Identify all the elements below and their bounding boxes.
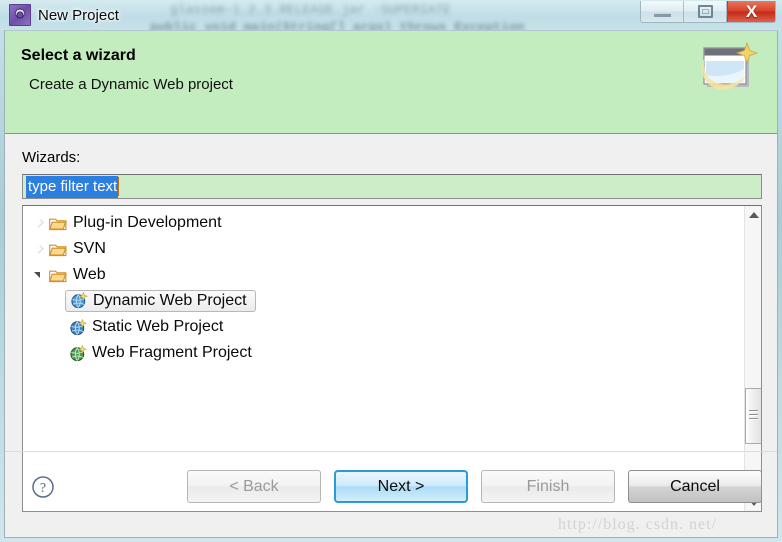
- maximize-icon: [697, 5, 713, 18]
- filter-input[interactable]: type filter text: [22, 174, 762, 199]
- close-icon: X: [745, 2, 758, 21]
- close-button[interactable]: X: [727, 1, 775, 22]
- scrollbar-thumb[interactable]: [745, 388, 761, 444]
- tree-item-dynamic-web-project[interactable]: Dynamic Web Project: [23, 288, 744, 314]
- title-bar[interactable]: New Project X: [0, 0, 782, 30]
- window-title: New Project: [38, 6, 119, 24]
- cancel-button[interactable]: Cancel: [628, 470, 762, 503]
- tree-item-plug-in-development[interactable]: Plug-in Development: [23, 210, 744, 236]
- next-button[interactable]: Next >: [334, 470, 468, 503]
- tree-item-label: Static Web Project: [92, 318, 224, 335]
- globe-sparkle-icon: [71, 292, 88, 309]
- globe-sparkle-icon: [70, 318, 87, 335]
- tree-item-label: SVN: [73, 240, 106, 257]
- scroll-up-icon[interactable]: [745, 206, 761, 223]
- page-title: Select a wizard: [21, 47, 136, 64]
- next-button-label: Next >: [377, 477, 425, 495]
- dialog-footer: ? < Back Next > Finish Cancel: [5, 451, 777, 537]
- tree-item-web-fragment-project[interactable]: Web Fragment Project: [23, 340, 744, 366]
- chevron-down-icon[interactable]: [31, 267, 46, 283]
- new-project-dialog-window: New Project X Select a wizard Create a D…: [0, 0, 782, 542]
- desktop: glassem-1.2.3.RELEASE.jar -SUPERIATE pub…: [0, 0, 782, 542]
- folder-icon: [49, 218, 67, 230]
- tree-item-static-web-project[interactable]: Static Web Project: [23, 314, 744, 340]
- wizards-label: Wizards:: [22, 149, 81, 166]
- new-window-sparkle-icon: [702, 41, 759, 90]
- tree-item-label: Web: [73, 266, 106, 283]
- scrollbar-grip: [749, 410, 758, 421]
- chevron-right-icon[interactable]: [31, 215, 46, 231]
- back-button-label: < Back: [229, 477, 279, 495]
- folder-icon: [49, 244, 67, 256]
- chevron-right-icon[interactable]: [31, 241, 46, 257]
- tree-item-label: Web Fragment Project: [92, 344, 252, 361]
- finish-button-label: Finish: [526, 477, 570, 495]
- tree-item-label: Dynamic Web Project: [93, 291, 247, 309]
- minimize-button[interactable]: [641, 1, 684, 22]
- window-controls: X: [640, 1, 776, 23]
- page-description: Create a Dynamic Web project: [29, 76, 233, 93]
- folder-icon: [49, 270, 67, 282]
- button-bar: < Back Next > Finish Cancel: [187, 470, 762, 503]
- selection-highlight: Dynamic Web Project: [65, 290, 256, 312]
- filter-input-value: type filter text: [26, 175, 119, 198]
- back-button[interactable]: < Back: [187, 470, 321, 503]
- dialog-body: Select a wizard Create a Dynamic Web pro…: [4, 30, 778, 538]
- globe-sparkle-icon: [70, 344, 87, 361]
- wizard-content: Wizards: type filter text Plug-in Develo…: [5, 134, 777, 512]
- wizard-header: Select a wizard Create a Dynamic Web pro…: [5, 31, 777, 134]
- gear-icon-glyph: [14, 7, 26, 20]
- maximize-button[interactable]: [684, 1, 727, 22]
- text-caret: [118, 177, 120, 196]
- minimize-icon: [653, 12, 671, 17]
- tree-item-label: Plug-in Development: [73, 214, 222, 231]
- help-question-icon[interactable]: ?: [31, 475, 55, 499]
- tree-item-web[interactable]: Web: [23, 262, 744, 288]
- finish-button[interactable]: Finish: [481, 470, 615, 503]
- svg-text:?: ?: [40, 481, 46, 496]
- gear-icon: [9, 4, 31, 26]
- cancel-button-label: Cancel: [670, 477, 720, 495]
- tree-item-svn[interactable]: SVN: [23, 236, 744, 262]
